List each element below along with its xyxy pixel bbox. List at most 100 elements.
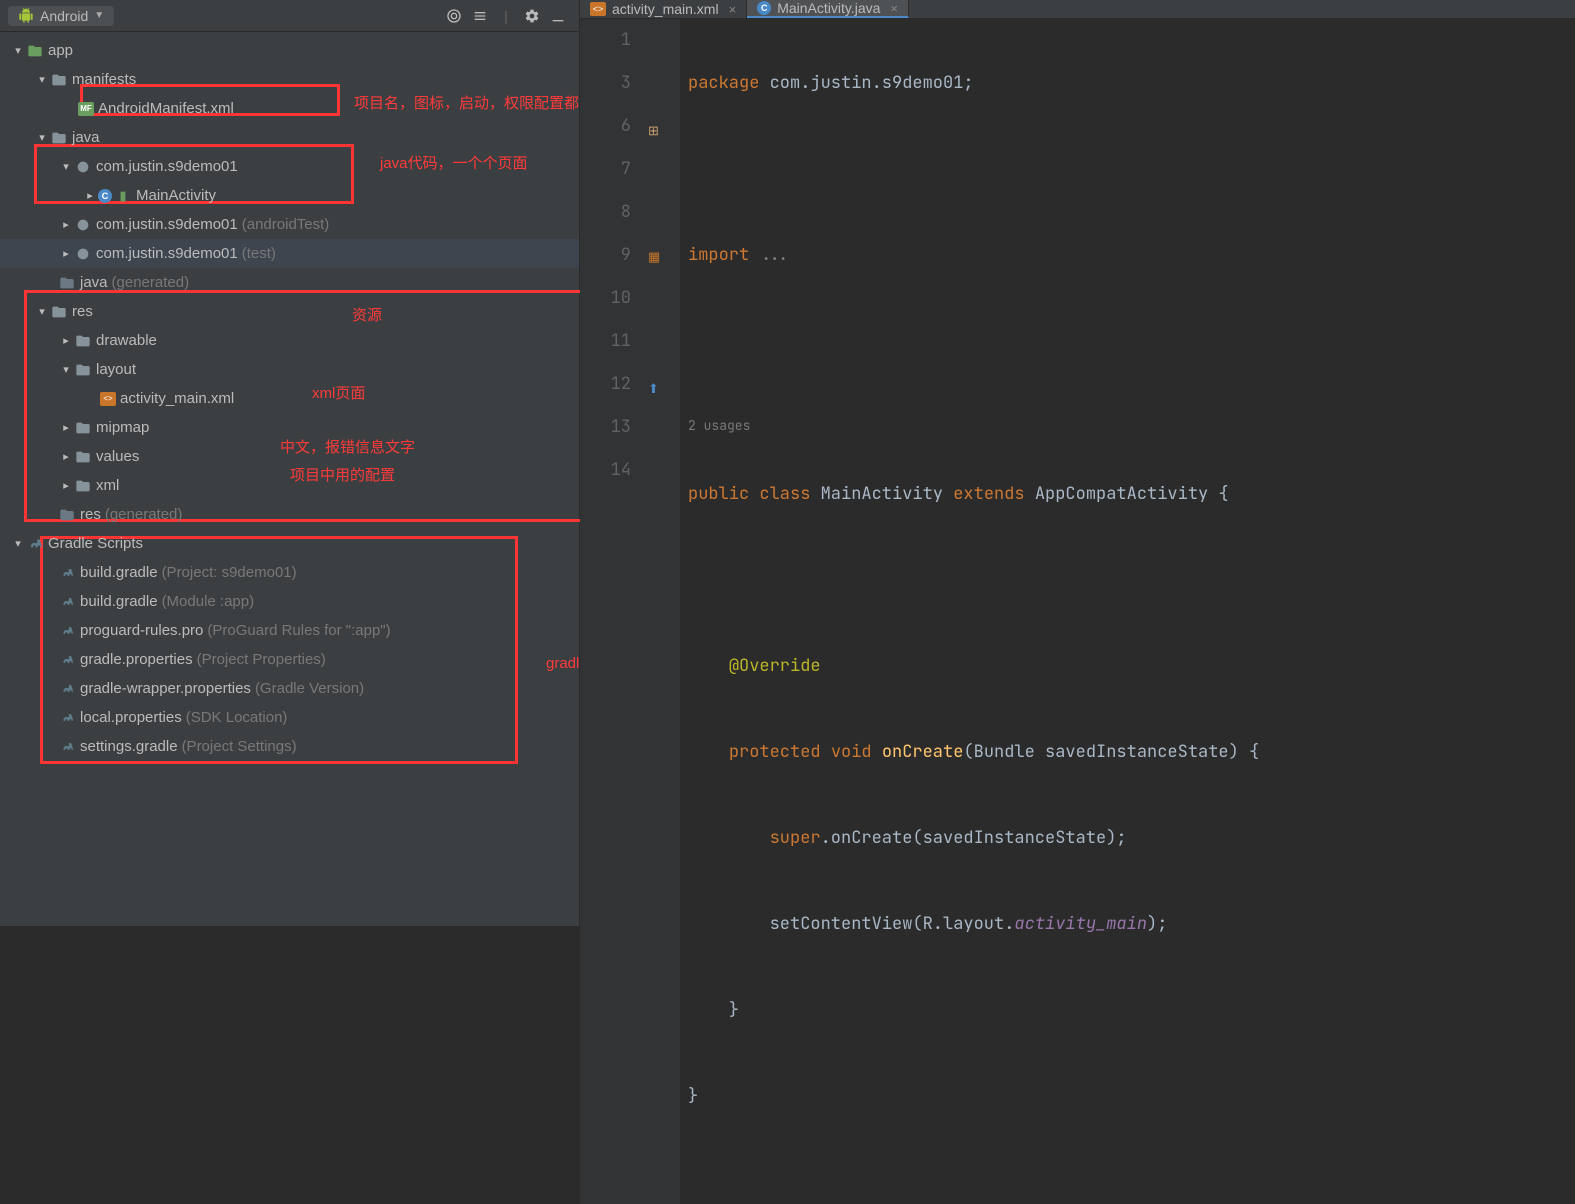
gradle-file-suffix: (Gradle Version) <box>255 675 364 703</box>
tree-node-pkg-androidtest[interactable]: ▸ com.justin.s9demo01 (androidTest) <box>0 210 579 239</box>
code-token: protected <box>729 741 831 763</box>
pkg-main-label: com.justin.s9demo01 <box>96 153 238 181</box>
tree-node-gradle-scripts[interactable]: ▾ Gradle Scripts <box>0 529 579 558</box>
gradle-file-icon <box>58 709 76 727</box>
code-token: ); <box>1147 913 1167 935</box>
gradle-file-label: build.gradle <box>80 588 158 616</box>
code-token: com.justin.s9demo01; <box>759 72 973 94</box>
generated-label: (generated) <box>112 269 190 297</box>
tree-node-res-gen[interactable]: res (generated) <box>0 500 579 529</box>
pkg-at-label: com.justin.s9demo01 <box>96 211 238 239</box>
gear-icon[interactable] <box>521 5 543 27</box>
folder-icon <box>74 477 92 495</box>
gradle-file-label: gradle-wrapper.properties <box>80 675 251 703</box>
tree-node-layout[interactable]: ▾ layout <box>0 355 579 384</box>
close-icon[interactable]: × <box>729 2 737 17</box>
tree-node-gradle-file[interactable]: gradle.properties (Project Properties) <box>0 645 579 674</box>
code-token: @Override <box>729 655 821 677</box>
line-number: 12 <box>580 363 631 406</box>
xml-file-icon: <> <box>590 2 606 16</box>
code-token: activity_main <box>1014 913 1147 935</box>
main-activity-label: MainActivity <box>136 182 216 210</box>
tree-node-pkg-main[interactable]: ▾ com.justin.s9demo01 <box>0 152 579 181</box>
tree-node-res[interactable]: ▾ res <box>0 297 579 326</box>
tree-node-activity-main-xml[interactable]: <> activity_main.xml <box>0 384 579 413</box>
line-number: 11 <box>580 320 631 363</box>
select-opened-file-icon[interactable] <box>443 5 465 27</box>
override-icon[interactable]: ⬆ <box>648 367 659 410</box>
view-mode-selector[interactable]: Android ▼ <box>8 6 114 26</box>
tab-main-activity-java[interactable]: C MainActivity.java × <box>747 0 909 18</box>
activity-main-xml-label: activity_main.xml <box>120 385 234 413</box>
line-number: 1 <box>580 19 631 62</box>
manifest-file-icon: MF <box>78 102 94 116</box>
tree-node-mipmap[interactable]: ▸ mipmap <box>0 413 579 442</box>
code-token: AppCompatActivity { <box>1035 483 1229 505</box>
tree-node-xml[interactable]: ▸ xml <box>0 471 579 500</box>
tree-node-manifest-file[interactable]: MF AndroidManifest.xml <box>0 94 579 123</box>
folder-icon <box>74 332 92 350</box>
project-tool-window: Android ▼ | 项目名，图标，启动，权限配置都在这 java <box>0 0 580 926</box>
mipmap-label: mipmap <box>96 414 149 442</box>
tab-activity-main-xml[interactable]: <> activity_main.xml × <box>580 0 747 18</box>
tree-node-java[interactable]: ▾ java <box>0 123 579 152</box>
code-token: MainActivity <box>821 483 954 505</box>
tree-node-app[interactable]: ▾ app <box>0 36 579 65</box>
class-icon: C <box>98 189 112 203</box>
folder-icon <box>74 419 92 437</box>
package-icon <box>74 158 92 176</box>
layout-label: layout <box>96 356 136 384</box>
line-gutter: 1 3 6 7 8 9 10 11 12 13 14 <box>580 19 645 1204</box>
app-label: app <box>48 37 73 65</box>
separator: | <box>495 5 517 27</box>
code-token: (Bundle savedInstanceState) { <box>963 741 1259 763</box>
code-token: import <box>688 244 749 266</box>
gradle-file-icon <box>58 680 76 698</box>
tree-node-values[interactable]: ▸ values <box>0 442 579 471</box>
code-content[interactable]: package com.justin.s9demo01; import ... … <box>680 19 1575 1204</box>
tree-node-drawable[interactable]: ▸ drawable <box>0 326 579 355</box>
folder-icon <box>50 71 68 89</box>
code-token: package <box>688 72 759 94</box>
code-editor[interactable]: 1 3 6 7 8 9 10 11 12 13 14 ⊞ ▦ ⬆ package… <box>580 19 1575 1204</box>
tree-node-gradle-file[interactable]: local.properties (SDK Location) <box>0 703 579 732</box>
gradle-file-label: settings.gradle <box>80 733 178 761</box>
res-generated-label: (generated) <box>105 501 183 529</box>
folder-icon <box>74 361 92 379</box>
close-icon[interactable]: × <box>890 1 898 16</box>
code-token: onCreate <box>882 741 964 763</box>
tree-node-gradle-file[interactable]: build.gradle (Project: s9demo01) <box>0 558 579 587</box>
tab-label: activity_main.xml <box>612 1 719 17</box>
tree-node-main-activity[interactable]: ▸ C ▮ MainActivity <box>0 181 579 210</box>
code-token: public <box>688 483 759 505</box>
tree-node-gradle-file[interactable]: build.gradle (Module :app) <box>0 587 579 616</box>
fold-icon[interactable]: ⊞ <box>648 109 659 152</box>
tree-node-gradle-file[interactable]: settings.gradle (Project Settings) <box>0 732 579 761</box>
xml-file-icon: <> <box>100 392 116 406</box>
navigate-icon[interactable]: ▦ <box>648 235 660 278</box>
minimize-icon[interactable] <box>547 5 569 27</box>
tree-node-java-gen[interactable]: java (generated) <box>0 268 579 297</box>
usages-hint[interactable]: 2 usages <box>688 416 1575 436</box>
java-class-icon: C <box>757 1 771 15</box>
view-mode-label: Android <box>40 8 88 24</box>
tree-node-gradle-file[interactable]: proguard-rules.pro (ProGuard Rules for "… <box>0 616 579 645</box>
code-token: .onCreate(savedInstanceState); <box>821 827 1127 849</box>
line-number: 13 <box>580 406 631 449</box>
manifest-file-label: AndroidManifest.xml <box>98 95 234 123</box>
tree-node-manifests[interactable]: ▾ manifests <box>0 65 579 94</box>
android-icon <box>18 8 34 24</box>
code-token: class <box>759 483 820 505</box>
tree-node-pkg-test[interactable]: ▸ com.justin.s9demo01 (test) <box>0 239 579 268</box>
gradle-file-suffix: (Project: s9demo01) <box>162 559 297 587</box>
gradle-file-icon <box>58 738 76 756</box>
gradle-scripts-label: Gradle Scripts <box>48 530 143 558</box>
gradle-file-suffix: (Project Settings) <box>182 733 297 761</box>
editor-area: <> activity_main.xml × C MainActivity.ja… <box>580 0 1575 926</box>
code-token: ... <box>749 244 790 266</box>
gradle-file-icon <box>58 622 76 640</box>
gradle-file-suffix: (Module :app) <box>162 588 255 616</box>
flatten-packages-icon[interactable] <box>469 5 491 27</box>
gradle-file-label: local.properties <box>80 704 182 732</box>
tree-node-gradle-file[interactable]: gradle-wrapper.properties (Gradle Versio… <box>0 674 579 703</box>
